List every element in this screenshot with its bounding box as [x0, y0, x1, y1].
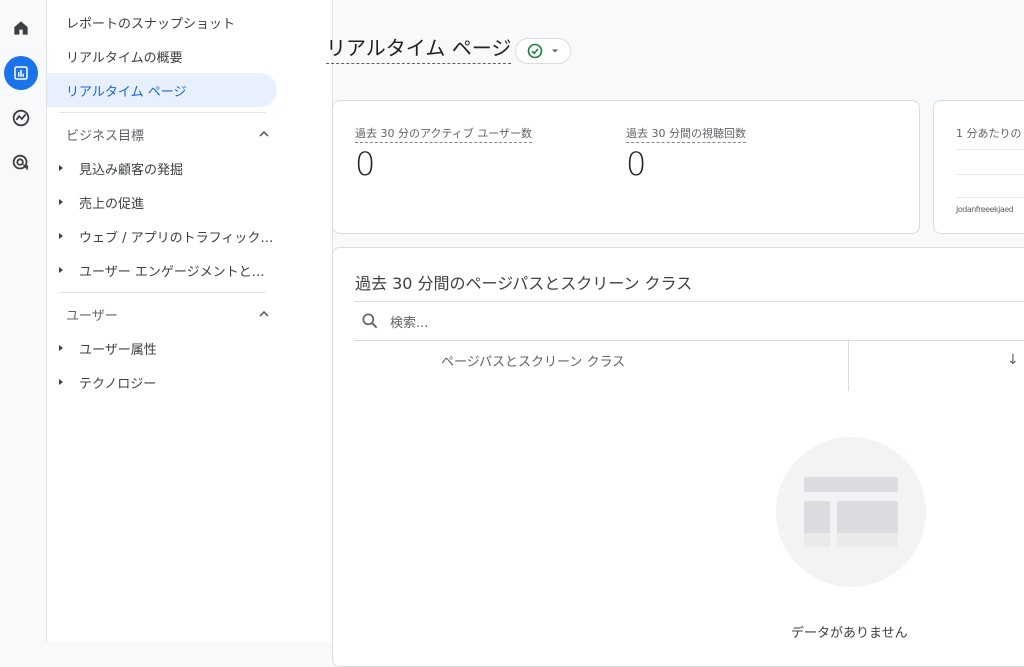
chevron-up-icon — [259, 310, 269, 317]
nav-divider — [59, 292, 266, 293]
views-value: 0 — [626, 145, 647, 183]
advertising-button[interactable] — [4, 146, 38, 180]
empty-state-text: データがありません — [791, 626, 908, 641]
nav-item-label: レポートのスナップショット — [66, 16, 236, 32]
page-title: リアルタイム ページ — [326, 35, 512, 64]
search-icon — [362, 313, 378, 329]
expand-triangle-icon — [59, 165, 63, 171]
nav-item-web-app-traffic[interactable]: ウェブ / アプリのトラフィック… — [59, 219, 275, 253]
check-circle-icon — [527, 43, 543, 59]
search-input[interactable]: 検索... — [390, 312, 428, 331]
nav-section-title: ビジネス目標 — [66, 128, 145, 144]
nav-item-realtime-overview[interactable]: リアルタイムの概要 — [47, 39, 277, 73]
explore-button[interactable] — [4, 101, 38, 135]
active-users-label[interactable]: 過去 30 分のアクティブ ユーザー数 — [355, 125, 533, 143]
gridline — [956, 149, 1024, 150]
table-title: 過去 30 分間のページパスとスクリーン クラス — [355, 274, 693, 293]
nav-item-label: リアルタイム ページ — [66, 84, 187, 100]
nav-sidebar: レポートのスナップショット リアルタイムの概要 リアルタイム ページ ビジネス目… — [47, 0, 333, 642]
per-minute-card: 1 分あたりの Jodanfreeekjaed — [933, 100, 1024, 234]
nav-item-label: 売上の促進 — [79, 196, 145, 212]
advertising-icon — [12, 154, 29, 171]
gridline — [956, 174, 1024, 175]
nav-item-drive-sales[interactable]: 売上の促進 — [59, 185, 275, 219]
icon-rail — [0, 0, 47, 642]
dropdown-arrow-icon — [552, 49, 558, 53]
nav-section-title: ユーザー — [66, 308, 118, 324]
sort-arrow-icon[interactable]: ↓ — [1007, 352, 1019, 368]
nav-item-label: リアルタイムの概要 — [66, 50, 183, 66]
expand-triangle-icon — [59, 233, 63, 239]
nav-item-label: ユーザー エンゲージメントと… — [79, 264, 265, 280]
nav-section-user[interactable]: ユーザー — [66, 297, 270, 331]
expand-triangle-icon — [59, 267, 63, 273]
reports-icon — [14, 66, 28, 80]
nav-item-report-snapshot[interactable]: レポートのスナップショット — [47, 5, 277, 39]
nav-divider — [59, 112, 266, 113]
pages-table-card: 過去 30 分間のページパスとスクリーン クラス 検索... ページパスとスクリ… — [332, 247, 1024, 667]
explore-icon — [12, 109, 30, 127]
empty-table-icon — [796, 477, 906, 553]
chevron-up-icon — [259, 130, 269, 137]
nav-item-demographics[interactable]: ユーザー属性 — [59, 331, 275, 365]
reports-button[interactable] — [4, 56, 38, 90]
nav-section-business-objectives[interactable]: ビジネス目標 — [66, 117, 270, 151]
nav-item-realtime-pages[interactable]: リアルタイム ページ — [47, 73, 277, 107]
gridline — [956, 197, 1024, 198]
nav-item-label: ウェブ / アプリのトラフィック… — [79, 230, 274, 246]
metrics-card: 過去 30 分のアクティブ ユーザー数 0 過去 30 分間の視聴回数 0 — [332, 100, 920, 234]
search-bar[interactable]: 検索... — [354, 301, 1024, 341]
home-icon — [14, 21, 28, 35]
status-dropdown[interactable] — [515, 38, 571, 64]
nav-item-technology[interactable]: テクノロジー — [59, 365, 275, 399]
nav-item-label: 見込み顧客の発掘 — [79, 162, 184, 178]
expand-triangle-icon — [59, 379, 63, 385]
nav-item-label: テクノロジー — [79, 376, 157, 392]
empty-state-illustration — [776, 437, 926, 587]
active-users-value: 0 — [355, 145, 376, 183]
expand-triangle-icon — [59, 199, 63, 205]
expand-triangle-icon — [59, 345, 63, 351]
home-button[interactable] — [4, 11, 38, 45]
nav-item-lead-generation[interactable]: 見込み顧客の発掘 — [59, 151, 275, 185]
nav-item-user-engagement[interactable]: ユーザー エンゲージメントと… — [59, 253, 275, 287]
column-separator — [848, 339, 849, 391]
nav-item-label: ユーザー属性 — [79, 342, 157, 358]
views-label[interactable]: 過去 30 分間の視聴回数 — [626, 125, 746, 143]
per-minute-label: 1 分あたりの — [956, 127, 1022, 140]
column-header-page-path[interactable]: ページパスとスクリーン クラス — [441, 351, 625, 370]
axis-labels: Jodanfreeekjaed — [956, 205, 1014, 214]
